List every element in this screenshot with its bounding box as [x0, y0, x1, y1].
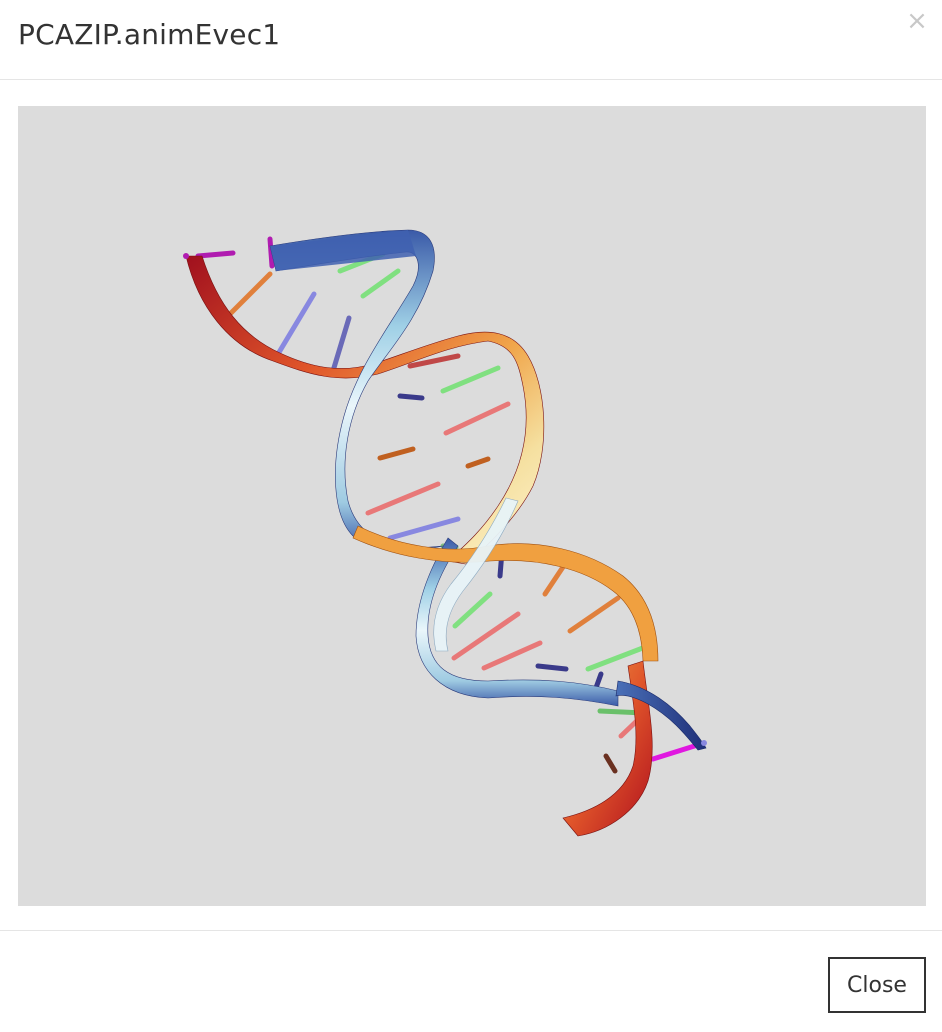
strand-tip-right — [701, 740, 707, 746]
modal-dialog: PCAZIP.animEvec1 × Close — [0, 0, 942, 1032]
close-button[interactable]: Close — [828, 957, 926, 1013]
strand-tip-top — [183, 253, 189, 259]
modal-title: PCAZIP.animEvec1 — [18, 18, 281, 51]
molecule-viewer[interactable] — [18, 106, 926, 906]
strand-b-lower — [615, 680, 707, 751]
strand-a-middle — [352, 525, 659, 662]
modal-footer: Close — [0, 930, 942, 1032]
dna-helix-render — [183, 229, 707, 837]
strand-b-upper — [269, 229, 444, 551]
close-icon[interactable]: × — [904, 8, 930, 34]
modal-header: PCAZIP.animEvec1 × — [0, 0, 942, 80]
